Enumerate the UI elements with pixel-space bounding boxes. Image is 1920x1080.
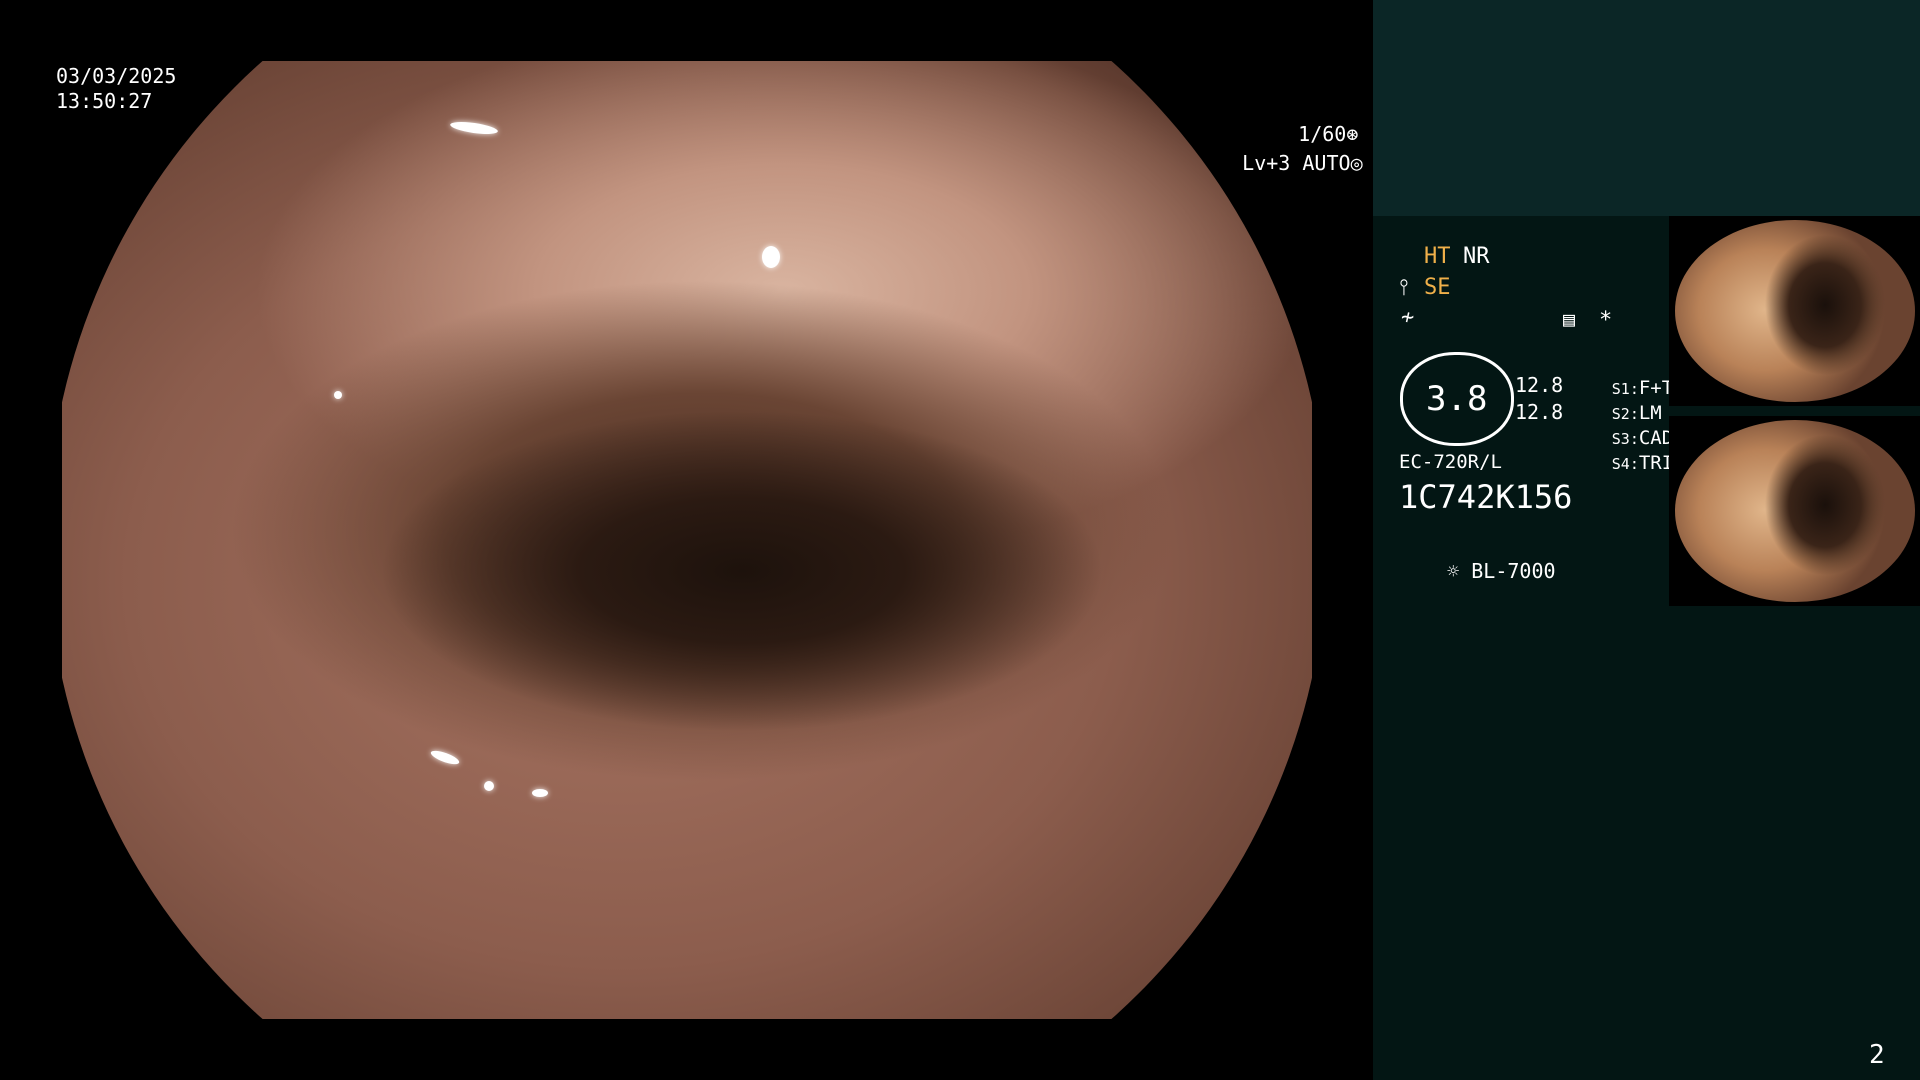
nr-indicator: NR — [1463, 244, 1490, 269]
level-value: Lv+3 — [1242, 151, 1291, 175]
iris-mode: AUTO — [1302, 151, 1351, 175]
light-reflection — [532, 789, 548, 797]
light-reflection — [449, 119, 499, 137]
panel-header — [1373, 0, 1920, 216]
exam-time: 13:50:27 — [56, 89, 153, 113]
switch-s4: S4:TRIG — [1566, 424, 1685, 503]
zoom-value: 3.8 — [1426, 379, 1488, 419]
thumbnail-image — [1675, 420, 1915, 602]
lamp-icon: ☼ — [1447, 559, 1460, 583]
asterisk-indicator: * — [1599, 308, 1613, 333]
capture-thumbnails — [1669, 216, 1920, 614]
light-source-model: BL-7000 — [1471, 559, 1556, 583]
scope-serial: 1C742K156 — [1399, 478, 1573, 516]
structure-enhance-icon: ⫯ — [1399, 275, 1409, 300]
light-reflection — [762, 246, 780, 268]
se-indicator: SE — [1424, 275, 1451, 300]
auto-iris-icon: ◎ — [1350, 151, 1363, 175]
endoscopy-view: 03/03/2025 13:50:27 1/60⊛ Lv+3 AUTO◎ — [0, 0, 1373, 1080]
switch-s4-key: S4: — [1611, 455, 1639, 473]
value-a: 12.8 — [1515, 373, 1564, 397]
thumbnail-2[interactable] — [1669, 416, 1920, 606]
light-source: ☼ BL-7000 — [1399, 532, 1556, 610]
thumbnail-image — [1675, 220, 1915, 402]
settings-menu-icon: ▤ — [1563, 307, 1576, 331]
light-reflection — [484, 781, 494, 791]
light-reflection — [429, 748, 461, 767]
ht-indicator: HT — [1424, 244, 1451, 269]
value-b: 12.8 — [1515, 400, 1564, 424]
thumbnail-1[interactable] — [1669, 216, 1920, 406]
exam-date: 03/03/2025 — [56, 64, 177, 88]
light-reflection — [334, 391, 342, 399]
brightness-level: Lv+3 AUTO◎ — [1194, 127, 1363, 199]
page-number: 2 — [1869, 1040, 1885, 1070]
endoscope-image — [62, 61, 1312, 1019]
scope-model: EC-720R/L — [1399, 451, 1502, 473]
color-enhance-icon: ≁ — [1401, 305, 1415, 330]
info-panel: HT NR ⫯ SE ≁ ▤ * 3.8 12.8 12.8 S1:F+T S2… — [1373, 0, 1920, 1080]
